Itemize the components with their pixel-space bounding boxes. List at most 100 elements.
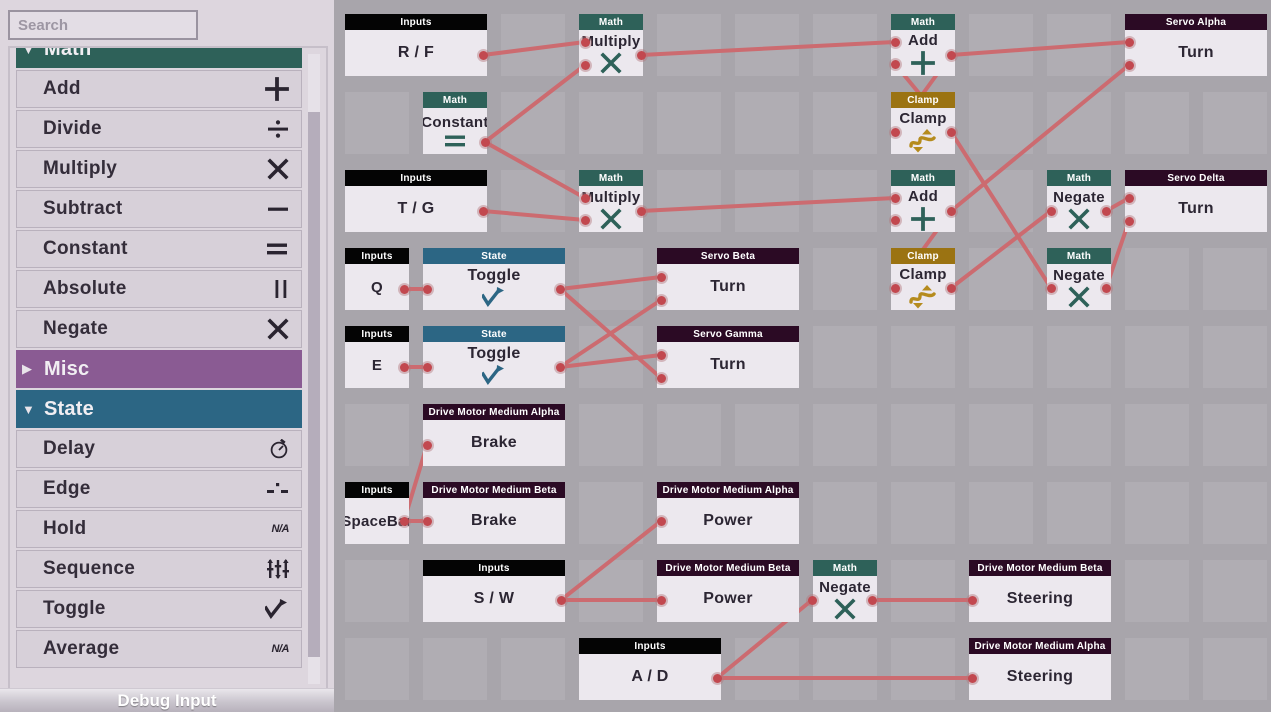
- node-port[interactable]: [807, 595, 817, 605]
- palette-item-divide[interactable]: Divide: [16, 110, 302, 148]
- grid-cell[interactable]: [657, 14, 721, 76]
- palette-item-constant[interactable]: Constant: [16, 230, 302, 268]
- palette-item-average[interactable]: Average N/A: [16, 630, 302, 668]
- graph-node[interactable]: State Toggle: [423, 248, 565, 310]
- grid-cell[interactable]: [1047, 14, 1111, 76]
- node-port[interactable]: [946, 50, 956, 60]
- palette-scrollbar-thumb[interactable]: [308, 112, 320, 657]
- grid-cell[interactable]: [969, 14, 1033, 76]
- grid-cell[interactable]: [579, 404, 643, 466]
- node-port[interactable]: [656, 272, 666, 282]
- node-graph-canvas[interactable]: Inputs R / F Math Multiply Math Add Servo Alph…: [334, 0, 1271, 712]
- palette-item-add[interactable]: Add: [16, 70, 302, 108]
- grid-cell[interactable]: [579, 248, 643, 310]
- grid-cell[interactable]: [969, 248, 1033, 310]
- grid-cell[interactable]: [1203, 638, 1267, 700]
- node-port[interactable]: [399, 362, 409, 372]
- graph-node[interactable]: Drive Motor Medium Beta Brake: [423, 482, 565, 544]
- graph-node[interactable]: Math Add: [891, 14, 955, 76]
- node-port[interactable]: [890, 127, 900, 137]
- grid-cell[interactable]: [579, 326, 643, 388]
- grid-cell[interactable]: [1203, 92, 1267, 154]
- graph-node[interactable]: Math Constant: [423, 92, 487, 154]
- node-port[interactable]: [556, 595, 566, 605]
- node-port[interactable]: [1124, 37, 1134, 47]
- debug-input-button[interactable]: Debug Input: [0, 688, 334, 712]
- graph-node[interactable]: Math Negate: [1047, 170, 1111, 232]
- grid-cell[interactable]: [501, 170, 565, 232]
- node-port[interactable]: [1046, 283, 1056, 293]
- node-port[interactable]: [478, 206, 488, 216]
- grid-cell[interactable]: [501, 92, 565, 154]
- graph-node[interactable]: Clamp Clamp: [891, 248, 955, 310]
- palette-item-toggle[interactable]: Toggle: [16, 590, 302, 628]
- search-box[interactable]: [8, 10, 198, 40]
- grid-cell[interactable]: [1047, 482, 1111, 544]
- grid-cell[interactable]: [813, 482, 877, 544]
- node-port[interactable]: [422, 440, 432, 450]
- node-port[interactable]: [422, 284, 432, 294]
- graph-node[interactable]: Servo Gamma Turn: [657, 326, 799, 388]
- grid-cell[interactable]: [501, 638, 565, 700]
- node-port[interactable]: [478, 50, 488, 60]
- palette-item-delay[interactable]: Delay: [16, 430, 302, 468]
- grid-cell[interactable]: [345, 560, 409, 622]
- node-port[interactable]: [946, 283, 956, 293]
- grid-cell[interactable]: [735, 170, 799, 232]
- palette-item-multiply[interactable]: Multiply: [16, 150, 302, 188]
- graph-node[interactable]: Inputs S / W: [423, 560, 565, 622]
- graph-node[interactable]: Drive Motor Medium Alpha Brake: [423, 404, 565, 466]
- node-port[interactable]: [656, 373, 666, 383]
- grid-cell[interactable]: [1125, 404, 1189, 466]
- node-port[interactable]: [890, 37, 900, 47]
- node-port[interactable]: [399, 284, 409, 294]
- grid-cell[interactable]: [579, 560, 643, 622]
- graph-node[interactable]: Math Negate: [813, 560, 877, 622]
- grid-cell[interactable]: [891, 404, 955, 466]
- node-port[interactable]: [712, 673, 722, 683]
- grid-cell[interactable]: [813, 92, 877, 154]
- node-port[interactable]: [890, 215, 900, 225]
- grid-cell[interactable]: [735, 404, 799, 466]
- grid-cell[interactable]: [969, 326, 1033, 388]
- node-port[interactable]: [967, 673, 977, 683]
- grid-cell[interactable]: [345, 638, 409, 700]
- palette-item-absolute[interactable]: Absolute: [16, 270, 302, 308]
- palette-category-state[interactable]: ▼ State: [16, 390, 302, 428]
- grid-cell[interactable]: [969, 170, 1033, 232]
- graph-node[interactable]: Drive Motor Medium Beta Power: [657, 560, 799, 622]
- node-port[interactable]: [1101, 283, 1111, 293]
- graph-node[interactable]: Inputs Q: [345, 248, 409, 310]
- grid-cell[interactable]: [1125, 92, 1189, 154]
- grid-cell[interactable]: [1047, 404, 1111, 466]
- grid-cell[interactable]: [1125, 326, 1189, 388]
- grid-cell[interactable]: [813, 326, 877, 388]
- node-port[interactable]: [399, 516, 409, 526]
- palette-item-subtract[interactable]: Subtract: [16, 190, 302, 228]
- grid-cell[interactable]: [657, 92, 721, 154]
- graph-node[interactable]: Inputs R / F: [345, 14, 487, 76]
- node-port[interactable]: [1046, 206, 1056, 216]
- palette-item-negate[interactable]: Negate: [16, 310, 302, 348]
- node-port[interactable]: [580, 60, 590, 70]
- grid-cell[interactable]: [1203, 326, 1267, 388]
- grid-cell[interactable]: [657, 404, 721, 466]
- grid-cell[interactable]: [891, 326, 955, 388]
- node-port[interactable]: [636, 50, 646, 60]
- grid-cell[interactable]: [969, 92, 1033, 154]
- graph-node[interactable]: Inputs E: [345, 326, 409, 388]
- graph-node[interactable]: Drive Motor Medium Alpha Power: [657, 482, 799, 544]
- grid-cell[interactable]: [813, 248, 877, 310]
- node-port[interactable]: [890, 59, 900, 69]
- node-port[interactable]: [946, 206, 956, 216]
- graph-node[interactable]: Servo Delta Turn: [1125, 170, 1267, 232]
- graph-node[interactable]: Servo Beta Turn: [657, 248, 799, 310]
- node-port[interactable]: [656, 595, 666, 605]
- node-port[interactable]: [1124, 193, 1134, 203]
- grid-cell[interactable]: [345, 404, 409, 466]
- node-port[interactable]: [1124, 216, 1134, 226]
- grid-cell[interactable]: [735, 14, 799, 76]
- grid-cell[interactable]: [1203, 248, 1267, 310]
- grid-cell[interactable]: [1125, 248, 1189, 310]
- palette-item-edge[interactable]: Edge: [16, 470, 302, 508]
